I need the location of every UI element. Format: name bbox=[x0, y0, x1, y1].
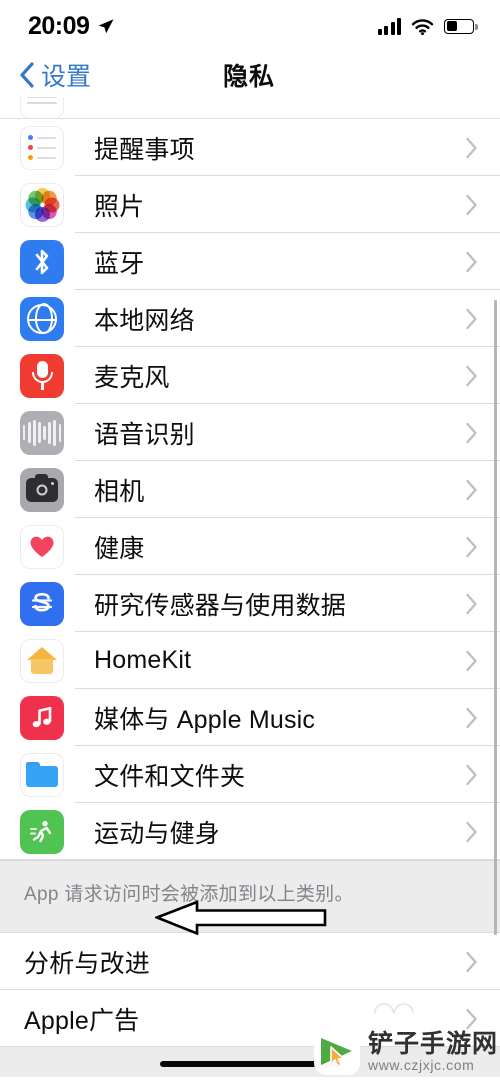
list-item-speech-recognition[interactable]: 语音识别 bbox=[0, 404, 500, 461]
watermark-ghost-mark: ◠◠ bbox=[372, 996, 415, 1026]
status-bar-right bbox=[377, 17, 478, 35]
list-item-label: 蓝牙 bbox=[94, 249, 145, 278]
page-title: 隐私 bbox=[222, 62, 275, 91]
photos-icon bbox=[20, 182, 64, 227]
partial-row-icon bbox=[20, 97, 64, 118]
health-icon bbox=[20, 524, 64, 569]
chevron-right-icon bbox=[466, 1008, 477, 1029]
privacy-category-list: 提醒事项 照片 蓝牙 本地网络 麦克风 语音识别 相机 健康 研究传感器与使用数… bbox=[0, 119, 500, 860]
location-arrow-icon bbox=[99, 18, 114, 33]
list-item-homekit[interactable]: HomeKit bbox=[0, 632, 500, 689]
list-item-label: 研究传感器与使用数据 bbox=[94, 591, 347, 620]
list-item-label: 运动与健身 bbox=[94, 819, 221, 848]
chevron-right-icon bbox=[466, 951, 477, 972]
status-bar-time: 20:09 bbox=[28, 11, 90, 40]
list-item-label: 媒体与 Apple Music bbox=[94, 705, 316, 734]
list-item-label: 照片 bbox=[94, 192, 145, 221]
camera-icon bbox=[20, 467, 64, 512]
research-sensor-icon bbox=[20, 581, 64, 626]
watermark: 铲子手游网 www.czjxjc.com bbox=[313, 1029, 498, 1075]
chevron-right-icon bbox=[466, 650, 477, 671]
list-item-label: 语音识别 bbox=[94, 420, 195, 449]
watermark-text: 铲子手游网 www.czjxjc.com bbox=[368, 1031, 498, 1072]
bluetooth-icon bbox=[20, 239, 64, 284]
chevron-right-icon bbox=[466, 194, 477, 215]
iphone-screen: 20:09 设置 隐私 提醒事项 照片 蓝牙 本地网络 麦克风 语音识别 相机 … bbox=[0, 0, 500, 1083]
list-item-local-network[interactable]: 本地网络 bbox=[0, 290, 500, 347]
list-item-apple-music[interactable]: 媒体与 Apple Music bbox=[0, 689, 500, 746]
chevron-right-icon bbox=[466, 536, 477, 557]
partial-row-above bbox=[0, 97, 500, 119]
watermark-title: 铲子手游网 bbox=[367, 1030, 498, 1059]
status-bar-left: 20:09 bbox=[28, 12, 115, 41]
list-item-label: 麦克风 bbox=[94, 363, 170, 392]
navigation-bar: 设置 隐私 bbox=[0, 52, 500, 97]
settings-scroll-area[interactable]: 提醒事项 照片 蓝牙 本地网络 麦克风 语音识别 相机 健康 研究传感器与使用数… bbox=[0, 97, 500, 1083]
chevron-right-icon bbox=[466, 707, 477, 728]
chevron-right-icon bbox=[466, 308, 477, 329]
vertical-scrollbar[interactable] bbox=[493, 300, 497, 935]
homekit-icon bbox=[20, 638, 64, 683]
chevron-right-icon bbox=[466, 422, 477, 443]
list-item-reminders[interactable]: 提醒事项 bbox=[0, 119, 500, 176]
list-item-files-and-folders[interactable]: 文件和文件夹 bbox=[0, 746, 500, 803]
apple-music-icon bbox=[20, 695, 64, 740]
files-icon bbox=[20, 752, 64, 797]
chevron-right-icon bbox=[466, 593, 477, 614]
list-item-microphone[interactable]: 麦克风 bbox=[0, 347, 500, 404]
chevron-right-icon bbox=[466, 251, 477, 272]
microphone-icon bbox=[20, 353, 64, 398]
cursor-play-logo bbox=[313, 1029, 360, 1075]
chevron-right-icon bbox=[466, 821, 477, 842]
battery-icon bbox=[444, 18, 478, 34]
list-item-analytics-improvements[interactable]: 分析与改进 bbox=[0, 933, 500, 990]
chevron-right-icon bbox=[466, 137, 477, 158]
list-item-fitness[interactable]: 运动与健身 bbox=[0, 803, 500, 860]
list-item-camera[interactable]: 相机 bbox=[0, 461, 500, 518]
speech-recognition-icon bbox=[20, 410, 64, 455]
reminders-icon bbox=[20, 125, 64, 170]
list-item-health[interactable]: 健康 bbox=[0, 518, 500, 575]
list-item-label: 本地网络 bbox=[94, 306, 195, 335]
chevron-right-icon bbox=[466, 479, 477, 500]
local-network-icon bbox=[20, 296, 64, 341]
fitness-icon bbox=[20, 809, 64, 854]
list-item-research-sensor[interactable]: 研究传感器与使用数据 bbox=[0, 575, 500, 632]
list-item-label: 文件和文件夹 bbox=[94, 762, 246, 791]
wifi-icon bbox=[411, 18, 434, 35]
chevron-right-icon bbox=[466, 764, 477, 785]
list-item-label: 健康 bbox=[94, 534, 145, 563]
chevron-right-icon bbox=[466, 365, 477, 386]
list-item-label: 相机 bbox=[94, 477, 145, 506]
list-item-label: 分析与改进 bbox=[24, 949, 151, 978]
list-item-label: HomeKit bbox=[94, 646, 192, 674]
section-footer-note: App 请求访问时会被添加到以上类别。 bbox=[0, 860, 500, 933]
list-item-label: 提醒事项 bbox=[94, 135, 195, 164]
list-item-bluetooth[interactable]: 蓝牙 bbox=[0, 233, 500, 290]
status-bar: 20:09 bbox=[0, 0, 500, 52]
cellular-signal-icon bbox=[377, 17, 401, 35]
list-item-photos[interactable]: 照片 bbox=[0, 176, 500, 233]
watermark-url: www.czjxjc.com bbox=[367, 1056, 475, 1073]
